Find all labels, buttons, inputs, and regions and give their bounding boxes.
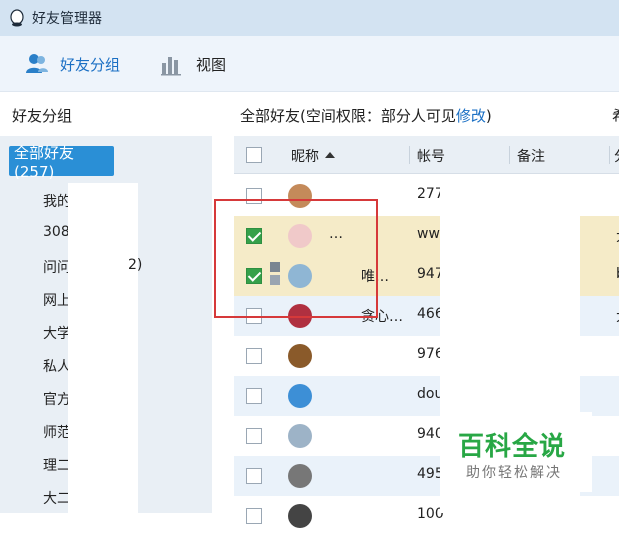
friends-title-text: 全部好友(空间权限：部分人可见	[240, 107, 456, 125]
group-item[interactable]: 问问	[43, 257, 71, 277]
cut-off-header-text: 希	[612, 105, 619, 126]
group-item[interactable]: 理二	[43, 455, 71, 475]
row-checkbox[interactable]	[246, 388, 262, 404]
row-checkbox[interactable]	[246, 468, 262, 484]
friend-account: ww	[417, 226, 440, 242]
friend-avatar[interactable]	[288, 504, 312, 528]
modify-link[interactable]: 修改	[456, 107, 486, 125]
groups-tab-label: 好友分组	[60, 55, 121, 74]
column-nickname-label: 昵称	[291, 149, 319, 165]
row-checkbox[interactable]	[246, 508, 262, 524]
group-item[interactable]: 私人	[43, 356, 71, 376]
friends-panel-title: 全部好友(空间权限：部分人可见修改)	[240, 105, 492, 126]
group-panel: 好友分组 全部好友(257) 我的 308 问问 网上 大学 私人 官方 师范 …	[0, 92, 214, 513]
group-item[interactable]: 官方	[43, 389, 71, 409]
watermark-subtitle: 助你轻松解决	[466, 465, 562, 481]
row-checkbox[interactable]	[246, 428, 262, 444]
column-divider[interactable]	[409, 146, 410, 164]
watermark-title: 百科全说	[458, 432, 567, 462]
qq-penguin-icon	[10, 9, 24, 27]
groups-tab[interactable]: 好友分组	[24, 50, 120, 78]
column-remark[interactable]: 备注	[517, 146, 545, 166]
friend-avatar[interactable]	[288, 424, 312, 448]
group-item[interactable]: 网上	[43, 290, 71, 310]
table-header: 昵称 帐号 备注 分	[234, 136, 619, 174]
group-item[interactable]: 308	[43, 224, 70, 240]
sort-ascending-icon	[325, 152, 335, 158]
column-divider[interactable]	[509, 146, 510, 164]
group-panel-title: 好友分组	[12, 107, 73, 125]
friend-avatar[interactable]	[288, 384, 312, 408]
group-item[interactable]: 大二	[43, 488, 71, 508]
view-tab-label: 视图	[196, 55, 227, 74]
group-count-fragment: 2)	[128, 257, 143, 273]
friend-avatar[interactable]	[288, 464, 312, 488]
column-divider[interactable]	[609, 146, 610, 164]
group-item[interactable]: 大学	[43, 323, 71, 343]
group-item[interactable]: 师范	[43, 422, 71, 442]
watermark: 百科全说 助你轻松解决	[440, 412, 592, 492]
group-all-friends[interactable]: 全部好友(257)	[9, 144, 114, 181]
users-icon	[26, 54, 48, 73]
column-group[interactable]: 分	[614, 146, 619, 166]
title-bar: 好友管理器	[0, 0, 619, 36]
bar-chart-icon	[161, 57, 181, 76]
friend-avatar[interactable]	[288, 344, 312, 368]
view-tab[interactable]: 视图	[160, 50, 226, 78]
window-title: 好友管理器	[32, 11, 102, 27]
group-item[interactable]: 我的	[43, 191, 71, 211]
select-all-checkbox[interactable]	[246, 147, 262, 163]
column-nickname[interactable]: 昵称	[291, 146, 335, 166]
row-checkbox[interactable]	[246, 348, 262, 364]
column-account[interactable]: 帐号	[417, 146, 445, 166]
toolbar: 好友分组 视图	[0, 36, 619, 92]
selection-highlight-box	[214, 199, 378, 318]
group-list: 全部好友(257) 我的 308 问问 网上 大学 私人 官方 师范 理二 大二…	[0, 136, 212, 513]
friends-title-close: )	[485, 107, 492, 125]
redaction-mask	[68, 183, 138, 513]
